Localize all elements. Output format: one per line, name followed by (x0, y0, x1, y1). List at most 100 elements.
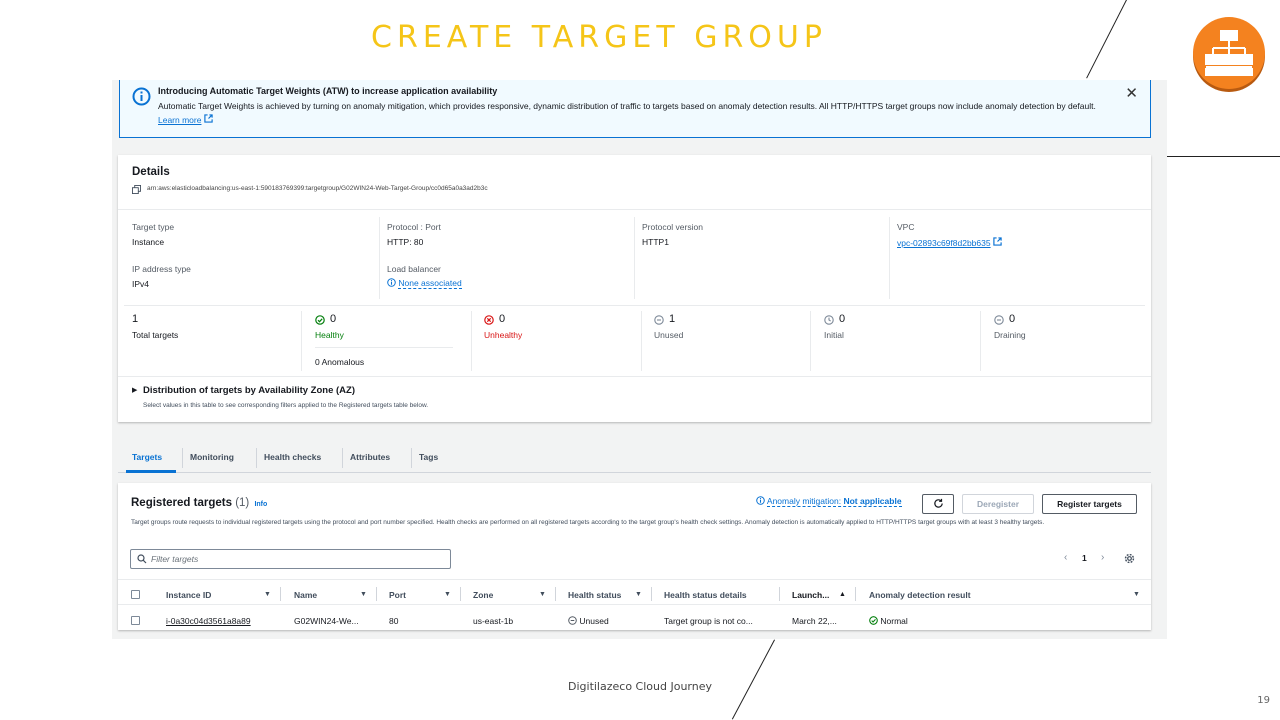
protocol-port-value: HTTP: 80 (387, 237, 424, 247)
sort-caret-icon[interactable]: ▼ (635, 591, 642, 598)
tab-attributes[interactable]: Attributes (350, 452, 390, 462)
slide-page-number: 19 (1257, 695, 1270, 706)
column-header-launch[interactable]: Launch... (792, 590, 829, 600)
info-link[interactable]: Info (254, 501, 267, 508)
protocol-version-value: HTTP1 (642, 237, 669, 247)
mitigation-label: Anomaly mitigation: (766, 496, 842, 506)
column-divider (460, 587, 461, 601)
row-checkbox[interactable] (131, 616, 140, 625)
vpc-link[interactable]: vpc-02893c69f8d2bb635 (897, 238, 991, 248)
ip-type-label: IP address type (132, 264, 191, 274)
registered-targets-card: Registered targets (1) Info Anomaly miti… (118, 483, 1151, 630)
column-header-port[interactable]: Port (389, 590, 406, 600)
flash-title: Introducing Automatic Target Weights (AT… (158, 86, 498, 96)
previous-page-chevron-icon[interactable]: ‹ (1064, 552, 1067, 563)
initial-label: Initial (824, 330, 844, 340)
current-page-number[interactable]: 1 (1082, 553, 1087, 563)
healthy-count: 0 (330, 313, 337, 325)
settings-gear-icon[interactable] (1124, 553, 1135, 564)
initial-count: 0 (839, 313, 846, 325)
refresh-button[interactable] (922, 494, 954, 514)
column-header-zone[interactable]: Zone (473, 590, 493, 600)
external-link-icon (993, 237, 1002, 246)
sort-caret-icon[interactable]: ▼ (444, 591, 451, 598)
learn-more-link[interactable]: Learn more (158, 115, 201, 125)
slide-footer: Digitilazeco Cloud Journey (568, 680, 712, 693)
column-header-health-status[interactable]: Health status (568, 590, 621, 600)
search-icon (137, 554, 147, 564)
unhealthy-label: Unhealthy (484, 330, 523, 340)
distribution-toggle[interactable]: Distribution of targets by Availability … (143, 385, 355, 396)
distribution-description: Select values in this table to see corre… (143, 402, 429, 409)
sort-caret-icon[interactable]: ▼ (360, 591, 367, 598)
instance-id-link[interactable]: i-0a30c04d3561a8a89 (166, 616, 251, 626)
column-header-anomaly-detection[interactable]: Anomaly detection result (869, 590, 971, 600)
sort-caret-icon[interactable]: ▼ (539, 591, 546, 598)
divider (118, 579, 1151, 580)
tab-health-checks[interactable]: Health checks (264, 452, 321, 462)
none-associated-link[interactable]: None associated (398, 278, 462, 289)
column-divider (855, 587, 856, 601)
health-status-cell: Unused (568, 616, 609, 626)
column-divider (280, 587, 281, 601)
instance-port: 80 (389, 616, 399, 626)
vpc-value[interactable]: vpc-02893c69f8d2bb635 (897, 237, 1002, 248)
column-divider (471, 311, 472, 371)
total-targets-count: 1 (132, 313, 139, 325)
tab-tags[interactable]: Tags (419, 452, 438, 462)
column-divider (889, 217, 890, 299)
registered-targets-description: Target groups route requests to individu… (131, 519, 1045, 526)
column-divider (379, 217, 380, 299)
healthy-check-icon (315, 315, 325, 325)
column-divider (810, 311, 811, 371)
next-page-chevron-icon[interactable]: › (1101, 552, 1104, 563)
unused-minus-icon (654, 315, 664, 325)
copy-icon[interactable] (132, 185, 141, 194)
unhealthy-count: 0 (499, 313, 506, 325)
registered-targets-count: (1) (235, 497, 250, 509)
instance-name: G02WIN24-We... (294, 616, 359, 626)
divider (118, 376, 1151, 377)
register-targets-button[interactable]: Register targets (1042, 494, 1137, 514)
vpc-label: VPC (897, 222, 915, 232)
healthy-label: Healthy (315, 330, 344, 340)
anomaly-mitigation-status[interactable]: Anomaly mitigation: Not applicable (756, 496, 902, 507)
select-all-checkbox[interactable] (131, 590, 140, 599)
info-icon (387, 278, 396, 287)
sort-ascending-icon[interactable]: ▲ (839, 591, 846, 598)
tab-bar: Targets Monitoring Health checks Attribu… (118, 443, 1151, 473)
anomalous-count: 0 Anomalous (315, 357, 365, 367)
info-icon (756, 496, 765, 505)
flash-body-text: Automatic Target Weights is achieved by … (158, 101, 1096, 111)
info-flash-banner: Introducing Automatic Target Weights (AT… (119, 80, 1151, 138)
healthy-check-icon (869, 616, 878, 625)
column-header-health-status-details[interactable]: Health status details (664, 590, 747, 600)
tab-monitoring[interactable]: Monitoring (190, 452, 234, 462)
column-divider (301, 311, 302, 371)
close-icon[interactable]: ✕ (1125, 84, 1138, 102)
column-header-name[interactable]: Name (294, 590, 317, 600)
sort-caret-icon[interactable]: ▼ (1133, 591, 1140, 598)
filter-targets-search[interactable] (130, 549, 451, 569)
active-tab-indicator (126, 470, 176, 473)
registered-targets-heading: Registered targets (1) Info (131, 497, 267, 509)
divider (315, 347, 453, 348)
initial-clock-icon (824, 315, 834, 325)
column-divider (779, 587, 780, 601)
tab-divider (411, 448, 412, 468)
deregister-button[interactable]: Deregister (962, 494, 1034, 514)
filter-targets-input[interactable] (151, 552, 441, 566)
tab-divider (256, 448, 257, 468)
health-status-details-value: Target group is not co... (664, 616, 753, 626)
draining-label: Draining (994, 330, 1026, 340)
sort-caret-icon[interactable]: ▼ (264, 591, 271, 598)
load-balancer-value[interactable]: None associated (387, 278, 462, 289)
expand-caret-icon[interactable]: ▶ (132, 386, 137, 394)
tab-targets[interactable]: Targets (132, 452, 162, 462)
column-divider (641, 311, 642, 371)
load-balancer-label: Load balancer (387, 264, 441, 274)
column-header-instance-id[interactable]: Instance ID (166, 590, 211, 600)
aws-console-screenshot: Introducing Automatic Target Weights (AT… (112, 80, 1167, 639)
info-icon (132, 87, 151, 106)
divider (118, 209, 1151, 210)
